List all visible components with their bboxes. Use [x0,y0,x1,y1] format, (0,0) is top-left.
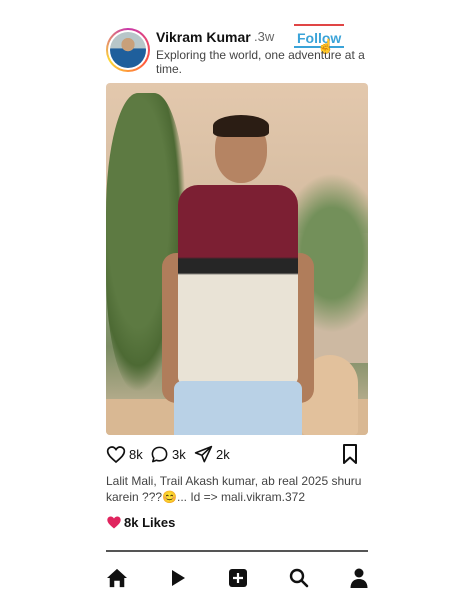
likes-count: 8k [129,446,143,462]
post-caption: Lalit Mali, Trail Akash kumar, ab real 2… [106,474,362,504]
post-header: Vikram Kumar .3w Follow ☝ Exploring the … [106,24,368,78]
nav-create[interactable] [225,565,251,591]
divider [106,550,368,552]
paper-plane-icon [194,445,213,462]
filled-heart-icon [107,516,121,529]
search-icon [289,568,308,588]
nav-home[interactable] [104,565,130,591]
avatar[interactable] [106,28,150,72]
nav-reels[interactable] [165,565,191,591]
likes-label: 8k Likes [124,515,176,530]
avatar-image [110,32,146,68]
nav-profile[interactable] [346,565,372,591]
comment-action[interactable]: 3k [150,443,186,465]
bookmark-icon [343,444,357,464]
likes-summary: 8k Likes [106,515,175,530]
post-time: .3w [254,29,275,44]
like-action[interactable]: 8k [106,443,143,465]
username[interactable]: Vikram Kumar [156,29,251,45]
add-icon [229,569,247,587]
play-icon [171,570,185,586]
person [160,113,314,435]
heart-outline-icon [106,445,126,463]
shares-count: 2k [216,446,230,462]
home-icon [107,568,127,588]
share-action[interactable]: 2k [194,443,230,465]
speech-bubble-icon [151,446,168,462]
post-actions: 8k 3k 2k [106,443,368,467]
bookmark-button[interactable] [342,444,358,469]
nav-search[interactable] [286,565,312,591]
profile-icon [350,568,368,588]
profile-bio: Exploring the world, one adventure at a … [156,48,365,76]
bottom-nav [100,565,376,591]
post-photo[interactable] [106,83,368,435]
comments-count: 3k [172,446,186,462]
